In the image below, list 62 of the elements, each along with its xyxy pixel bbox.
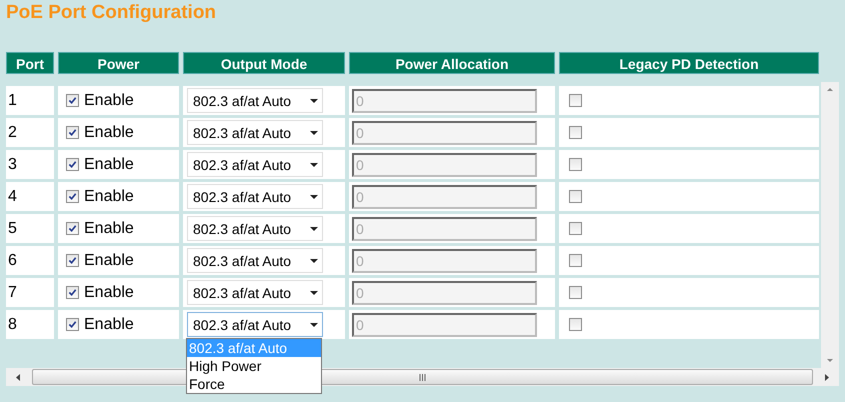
checkbox[interactable] xyxy=(66,318,79,331)
port-number: 5 xyxy=(8,220,17,238)
caret-icon xyxy=(310,194,318,198)
caret-icon xyxy=(310,162,318,166)
checkbox[interactable] xyxy=(66,126,79,139)
checkbox[interactable] xyxy=(66,190,79,203)
scroll-down-icon xyxy=(827,359,833,362)
scroll-left-icon xyxy=(16,374,20,380)
checkbox[interactable] xyxy=(66,286,79,299)
caret-icon xyxy=(310,290,318,294)
output-mode-dropdown[interactable]: 802.3 af/at Auto xyxy=(187,280,323,305)
output-mode-dropdown[interactable]: 802.3 af/at Auto xyxy=(187,184,323,209)
port-number: 8 xyxy=(8,316,17,334)
caret-icon xyxy=(310,226,318,230)
caret-icon xyxy=(310,322,318,326)
scroll-right-icon xyxy=(825,374,829,380)
checkbox[interactable] xyxy=(569,286,582,299)
checkbox-label: Enable xyxy=(84,284,134,302)
checkbox-label: Enable xyxy=(84,252,134,270)
column-header: Legacy PD Detection xyxy=(559,52,819,74)
output-mode-dropdown[interactable]: 802.3 af/at Auto xyxy=(187,88,323,113)
grip-icon xyxy=(419,374,426,380)
column-header: Power Allocation xyxy=(349,52,555,74)
output-mode-dropdown[interactable]: 802.3 af/at Auto xyxy=(187,120,323,145)
column-header: Output Mode xyxy=(183,52,345,74)
page-title: PoE Port Configuration xyxy=(6,1,218,25)
checkbox[interactable] xyxy=(569,94,582,107)
checkbox[interactable] xyxy=(569,222,582,235)
port-number: 1 xyxy=(8,92,17,110)
caret-icon xyxy=(310,258,318,262)
checkbox[interactable] xyxy=(569,126,582,139)
port-number: 3 xyxy=(8,156,17,174)
checkbox-label: Enable xyxy=(84,124,134,142)
port-number: 2 xyxy=(8,124,17,142)
checkbox[interactable] xyxy=(569,190,582,203)
checkbox[interactable] xyxy=(66,94,79,107)
scroll-up-icon xyxy=(827,88,833,91)
checkbox-label: Enable xyxy=(84,316,134,334)
checkbox[interactable] xyxy=(569,318,582,331)
checkbox-label: Enable xyxy=(84,188,134,206)
port-number: 4 xyxy=(8,188,17,206)
checkbox-label: Enable xyxy=(84,220,134,238)
output-mode-dropdown[interactable]: 802.3 af/at Auto xyxy=(187,312,323,337)
checkbox-label: Enable xyxy=(84,156,134,174)
checkbox[interactable] xyxy=(66,254,79,267)
dropdown-option[interactable]: Force xyxy=(187,375,321,393)
column-header: Port xyxy=(6,52,54,74)
output-mode-dropdown[interactable]: 802.3 af/at Auto xyxy=(187,248,323,273)
checkbox[interactable] xyxy=(66,222,79,235)
caret-icon xyxy=(310,98,318,102)
port-number: 7 xyxy=(8,284,17,302)
checkbox-label: Enable xyxy=(84,92,134,110)
output-mode-dropdown[interactable]: 802.3 af/at Auto xyxy=(187,152,323,177)
vertical-scrollbar[interactable] xyxy=(821,82,839,368)
dropdown-option[interactable]: High Power xyxy=(187,357,321,375)
checkbox[interactable] xyxy=(569,254,582,267)
output-mode-dropdown[interactable]: 802.3 af/at Auto xyxy=(187,216,323,241)
checkbox[interactable] xyxy=(569,158,582,171)
caret-icon xyxy=(310,130,318,134)
port-number: 6 xyxy=(8,252,17,270)
column-header: Power xyxy=(58,52,179,74)
checkbox[interactable] xyxy=(66,158,79,171)
